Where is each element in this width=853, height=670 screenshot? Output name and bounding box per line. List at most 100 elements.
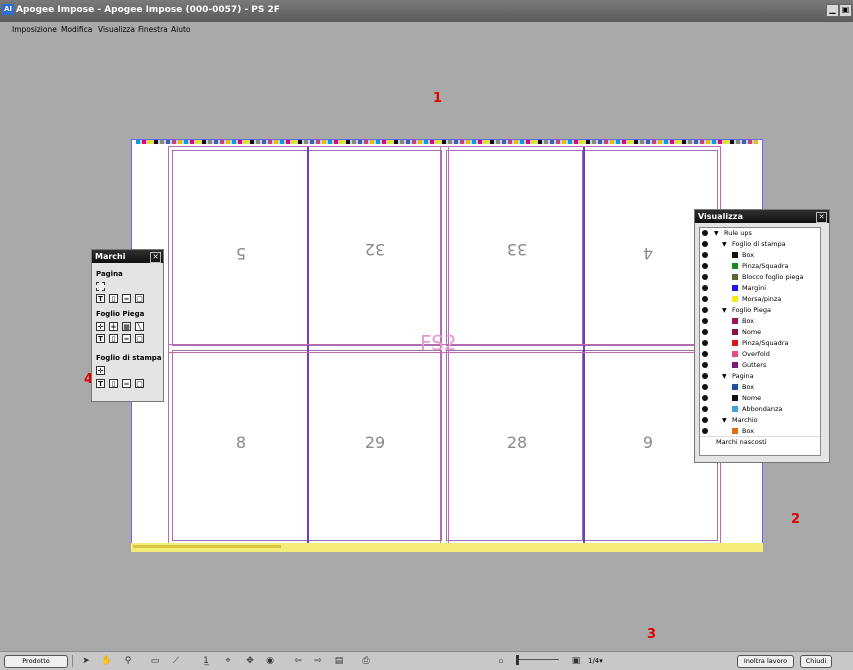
eye-icon[interactable] — [702, 318, 708, 324]
menu-finestra[interactable]: Finestra — [138, 25, 168, 34]
page-number-icon[interactable]: 1̲ — [200, 655, 212, 667]
zoom-slider-handle[interactable] — [516, 655, 519, 665]
eye-icon[interactable] — [702, 252, 708, 258]
eye-icon[interactable] — [702, 340, 708, 346]
close-icon[interactable]: ✕ — [816, 212, 827, 223]
color-swatch[interactable] — [732, 395, 738, 401]
zoom-in-icon[interactable]: ▣ — [570, 655, 582, 667]
visibility-row[interactable]: Box — [700, 250, 820, 261]
menu-visualizza[interactable]: Visualizza — [98, 25, 135, 34]
inoltra-lavoro-button[interactable]: Inoltra lavoro — [737, 655, 794, 668]
visibility-row[interactable]: ▼ Pagina — [700, 371, 820, 382]
color-swatch[interactable] — [732, 252, 738, 258]
expand-arrow-icon[interactable]: ▼ — [722, 239, 727, 250]
eye-icon[interactable] — [702, 274, 708, 280]
line-mark-icon[interactable]: ═ — [122, 334, 131, 343]
color-swatch[interactable] — [732, 362, 738, 368]
hand-icon[interactable]: ✋ — [101, 655, 113, 667]
visualizza-panel-title[interactable]: Visualizza ✕ — [695, 210, 829, 223]
move-icon[interactable]: ✥ — [244, 655, 256, 667]
text-mark-icon[interactable]: T — [96, 334, 105, 343]
menu-modifica[interactable]: Modifica — [61, 25, 92, 34]
document-mark-icon[interactable]: ▯ — [109, 294, 118, 303]
visibility-row[interactable]: ▼ Foglio di stampa — [700, 239, 820, 250]
page-select-icon[interactable]: ⌖ — [222, 655, 234, 667]
menu-imposizione[interactable]: Imposizione — [12, 25, 57, 34]
color-swatch[interactable] — [732, 285, 738, 291]
color-swatch[interactable] — [732, 340, 738, 346]
cut-mark-icon[interactable]: ╲ — [135, 322, 144, 331]
visibility-row[interactable]: Nome — [700, 393, 820, 404]
visibility-row[interactable]: Morsa/pinza — [700, 294, 820, 305]
proof-icon[interactable]: ▤ — [333, 655, 345, 667]
arrow-pointer-icon[interactable]: ➤ — [80, 655, 92, 667]
eye-icon[interactable] — [702, 362, 708, 368]
visibility-row[interactable]: Box — [700, 382, 820, 393]
eye-icon[interactable] — [702, 417, 708, 423]
box-mark-icon[interactable]: ▢ — [135, 334, 144, 343]
eye-icon[interactable] — [702, 351, 708, 357]
visibility-row[interactable]: ▼ Rule ups — [700, 228, 820, 239]
visibility-row[interactable]: Margini — [700, 283, 820, 294]
eye-icon[interactable] — [702, 241, 708, 247]
measure-icon[interactable]: ⟋ — [170, 655, 182, 667]
chiudi-button[interactable]: Chiudi — [800, 655, 832, 668]
box-mark-icon[interactable]: ▢ — [135, 294, 144, 303]
visibility-row[interactable]: ▼ Marchio — [700, 415, 820, 426]
line-mark-icon[interactable]: ═ — [122, 294, 131, 303]
color-swatch[interactable] — [732, 351, 738, 357]
color-swatch[interactable] — [732, 384, 738, 390]
eye-icon[interactable] — [702, 296, 708, 302]
line-mark-icon[interactable]: ═ — [122, 379, 131, 388]
color-swatch[interactable] — [732, 274, 738, 280]
eye-icon[interactable] — [702, 307, 708, 313]
close-icon[interactable]: ✕ — [150, 252, 161, 263]
marchi-panel-title[interactable]: Marchi ✕ — [92, 250, 163, 263]
color-swatch[interactable] — [732, 406, 738, 412]
color-swatch[interactable] — [732, 296, 738, 302]
color-swatch[interactable] — [732, 318, 738, 324]
expand-arrow-icon[interactable]: ▼ — [722, 305, 727, 316]
ruler-icon[interactable]: ▭ — [149, 655, 161, 667]
minimize-button[interactable]: ▁ — [826, 4, 839, 17]
eye-icon[interactable] — [702, 395, 708, 401]
eye-icon[interactable] — [702, 329, 708, 335]
zoom-level-dropdown[interactable]: 1/4▾ — [588, 657, 603, 665]
document-mark-icon[interactable]: ▯ — [109, 379, 118, 388]
eye-icon[interactable] — [702, 384, 708, 390]
visibility-row[interactable]: Overfold — [700, 349, 820, 360]
box-mark-icon[interactable]: ▢ — [135, 379, 144, 388]
color-swatch[interactable] — [732, 329, 738, 335]
visibility-row[interactable]: Pinza/Squadra — [700, 261, 820, 272]
target-icon[interactable]: ◉ — [264, 655, 276, 667]
menu-aiuto[interactable]: Aiuto — [171, 25, 191, 34]
expand-arrow-icon[interactable]: ▼ — [722, 371, 727, 382]
visibility-row[interactable]: Marchi nascosti — [700, 437, 820, 448]
next-icon[interactable]: ⇨ — [312, 655, 324, 667]
expand-arrow-icon[interactable]: ▼ — [722, 415, 727, 426]
document-mark-icon[interactable]: ▯ — [109, 334, 118, 343]
expand-arrow-icon[interactable]: ▼ — [714, 228, 719, 239]
fold-mark-icon[interactable]: ╪ — [109, 322, 118, 331]
previous-icon[interactable]: ⇦ — [292, 655, 304, 667]
eye-icon[interactable] — [702, 285, 708, 291]
color-swatch[interactable] — [732, 428, 738, 434]
eye-icon[interactable] — [702, 230, 708, 236]
crosshair-mark-icon[interactable]: ✛ — [96, 366, 105, 375]
visibility-row[interactable]: Nome — [700, 327, 820, 338]
visibility-row[interactable]: Box — [700, 316, 820, 327]
empty-mark-icon[interactable] — [96, 282, 105, 291]
visibility-row[interactable]: ▼ Foglio Piega — [700, 305, 820, 316]
grid-mark-icon[interactable]: ▦ — [122, 322, 131, 331]
eye-icon[interactable] — [702, 406, 708, 412]
text-mark-icon[interactable]: T — [96, 379, 105, 388]
zoom-slider-track[interactable] — [517, 659, 559, 660]
visibility-row[interactable]: Blocco foglio piega — [700, 272, 820, 283]
eye-icon[interactable] — [702, 428, 708, 434]
visibility-row[interactable]: Gutters — [700, 360, 820, 371]
eye-icon[interactable] — [702, 373, 708, 379]
eye-icon[interactable] — [702, 263, 708, 269]
print-icon[interactable]: ⎙ — [360, 655, 372, 667]
zoom-out-icon[interactable]: ▫ — [495, 655, 507, 667]
text-mark-icon[interactable]: T — [96, 294, 105, 303]
